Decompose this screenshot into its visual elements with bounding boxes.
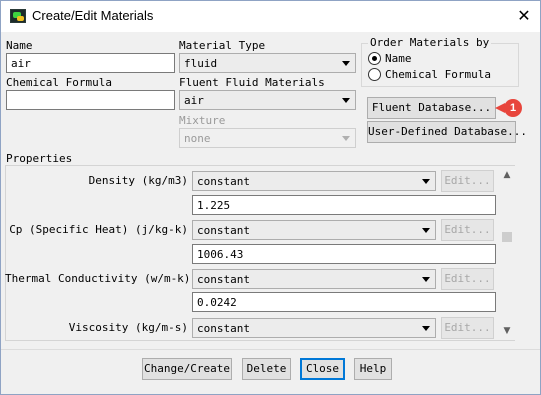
thermal-conductivity-label: Thermal Conductivity (w/m-k) xyxy=(5,272,191,285)
callout-badge: 1 xyxy=(504,99,522,117)
chevron-down-icon xyxy=(342,61,350,66)
name-label: Name xyxy=(6,39,33,52)
close-button[interactable]: Close xyxy=(300,358,345,380)
properties-title: Properties xyxy=(6,152,73,165)
fluent-database-button[interactable]: Fluent Database... xyxy=(367,97,496,119)
order-by-name-label[interactable]: Name xyxy=(385,52,412,65)
cp-edit-button[interactable]: Edit... xyxy=(441,219,494,241)
order-by-formula-radio[interactable] xyxy=(368,68,381,81)
mixture-label: Mixture xyxy=(179,114,226,127)
chemical-formula-label: Chemical Formula xyxy=(6,76,112,89)
scroll-up-icon[interactable]: ▲ xyxy=(499,168,515,182)
chevron-down-icon xyxy=(422,179,430,184)
chevron-down-icon xyxy=(422,326,430,331)
create-edit-materials-dialog: Create/Edit Materials ✕ Name air Materia… xyxy=(0,0,541,395)
delete-button[interactable]: Delete xyxy=(242,358,291,380)
order-by-formula-label[interactable]: Chemical Formula xyxy=(385,68,491,81)
fluent-app-icon xyxy=(10,9,26,23)
help-button[interactable]: Help xyxy=(354,358,392,380)
chevron-down-icon xyxy=(422,228,430,233)
fluent-fluid-materials-label: Fluent Fluid Materials xyxy=(179,76,325,89)
fluent-fluid-materials-value: air xyxy=(184,94,204,107)
chevron-down-icon xyxy=(342,136,350,141)
density-edit-button[interactable]: Edit... xyxy=(441,170,494,192)
fluent-fluid-materials-select[interactable]: air xyxy=(179,90,356,110)
material-type-value: fluid xyxy=(184,57,218,70)
properties-scrollbar[interactable]: ▲ ▼ xyxy=(499,166,515,340)
viscosity-method-value: constant xyxy=(197,322,250,335)
thermal-conductivity-method-value: constant xyxy=(197,273,250,286)
density-value-field[interactable]: 1.225 xyxy=(192,195,496,215)
thermal-conductivity-method-select[interactable]: constant xyxy=(192,269,436,289)
chevron-down-icon xyxy=(342,98,350,103)
change-create-button[interactable]: Change/Create xyxy=(142,358,232,380)
cp-value-field[interactable]: 1006.43 xyxy=(192,244,496,264)
density-method-value: constant xyxy=(197,175,250,188)
viscosity-label: Viscosity (kg/m-s) xyxy=(68,321,188,334)
user-defined-database-button[interactable]: User-Defined Database... xyxy=(367,121,527,143)
material-type-select[interactable]: fluid xyxy=(179,53,356,73)
mixture-select: none xyxy=(179,128,356,148)
scroll-down-icon[interactable]: ▼ xyxy=(499,324,515,338)
viscosity-edit-button[interactable]: Edit... xyxy=(441,317,494,339)
cp-method-select[interactable]: constant xyxy=(192,220,436,240)
material-type-label: Material Type xyxy=(179,39,266,52)
mixture-value: none xyxy=(184,132,211,145)
viscosity-method-select[interactable]: constant xyxy=(192,318,436,338)
close-icon[interactable]: ✕ xyxy=(509,3,539,29)
cp-label: Cp (Specific Heat) (j/kg-k) xyxy=(9,223,188,236)
name-field[interactable]: air xyxy=(6,53,175,73)
chemical-formula-field[interactable] xyxy=(6,90,175,110)
chevron-down-icon xyxy=(422,277,430,282)
density-label: Density (kg/m3) xyxy=(88,174,188,187)
order-by-name-radio[interactable] xyxy=(368,52,381,65)
thermal-conductivity-value-field[interactable]: 0.0242 xyxy=(192,292,496,312)
footer-divider xyxy=(1,349,540,350)
scrollbar-thumb[interactable] xyxy=(502,232,512,242)
order-materials-title: Order Materials by xyxy=(368,36,492,49)
cp-method-value: constant xyxy=(197,224,250,237)
title-bar[interactable]: Create/Edit Materials ✕ xyxy=(1,1,540,32)
density-method-select[interactable]: constant xyxy=(192,171,436,191)
thermal-conductivity-edit-button[interactable]: Edit... xyxy=(441,268,494,290)
window-title: Create/Edit Materials xyxy=(32,8,154,23)
